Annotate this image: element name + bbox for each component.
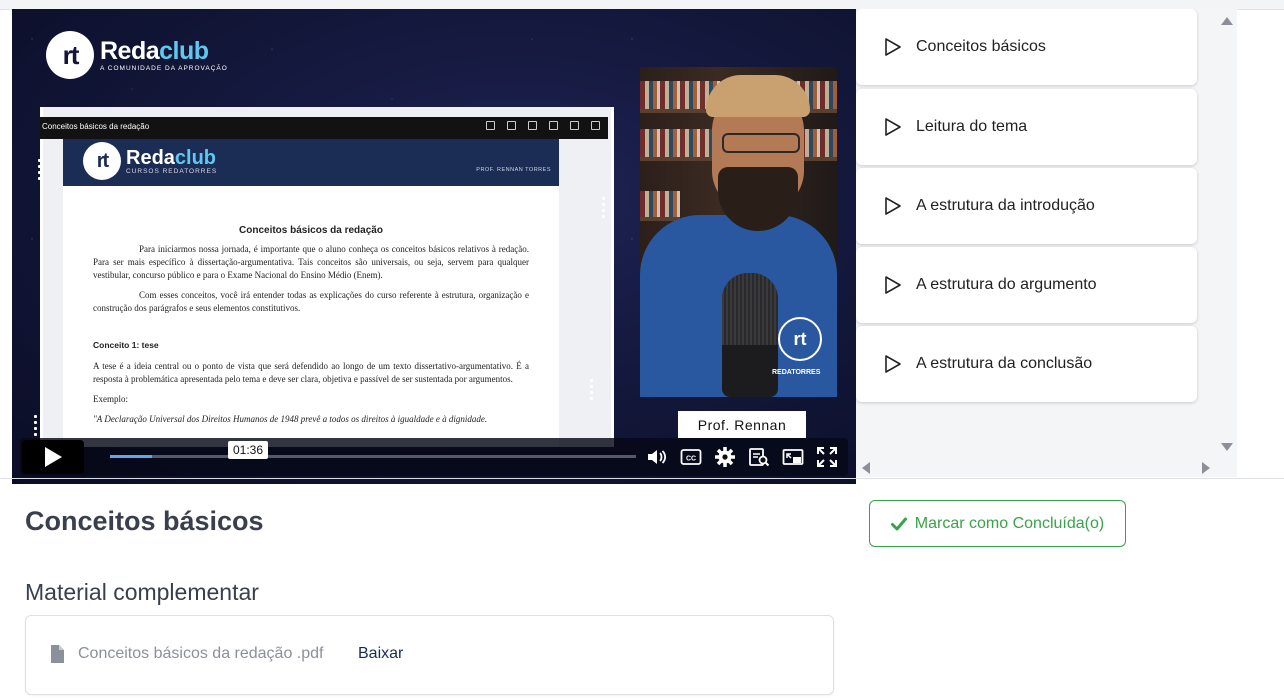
playlist-item-label: A estrutura do argumento	[916, 276, 1097, 293]
playlist-item-estrutura-conclusao[interactable]: A estrutura da conclusão	[856, 326, 1197, 402]
document-paragraph: Com esses conceitos, você irá entender t…	[93, 290, 529, 313]
lesson-playlist: Conceitos básicos Leitura do tema A estr…	[856, 9, 1217, 459]
shirt-logo: rt	[778, 317, 822, 361]
progress-bar[interactable]: 01:36	[110, 441, 636, 459]
volume-icon[interactable]	[646, 446, 668, 468]
document-window-title: Conceitos básicos da redação	[42, 122, 150, 131]
decoration-dots	[34, 415, 37, 436]
decoration-dots	[38, 159, 41, 180]
fullscreen-icon[interactable]	[816, 446, 838, 468]
captions-icon[interactable]: CC	[680, 446, 702, 468]
play-icon	[885, 355, 901, 373]
scroll-down-arrow-icon[interactable]	[1221, 443, 1233, 451]
settings-icon[interactable]	[714, 446, 736, 468]
divider	[0, 478, 1284, 479]
document-page: rt Redaclub CURSOS REDATORRES PROF. RENN…	[63, 139, 559, 447]
materials-heading: Material complementar	[25, 579, 259, 605]
playlist-item-estrutura-argumento[interactable]: A estrutura do argumento	[856, 247, 1197, 323]
playlist-item-label: Conceitos básicos	[916, 38, 1046, 55]
scroll-left-arrow-icon[interactable]	[862, 462, 870, 474]
playlist-item-label: Leitura do tema	[916, 118, 1028, 135]
mark-complete-button[interactable]: Marcar como Concluída(o)	[869, 500, 1126, 547]
play-icon	[885, 276, 901, 294]
document-logo: rt Redaclub CURSOS REDATORRES	[83, 142, 217, 180]
play-icon	[885, 38, 901, 56]
play-button[interactable]	[22, 440, 84, 474]
presenter-video: rt REDATORRES	[640, 67, 837, 397]
svg-text:CC: CC	[686, 456, 696, 463]
logo-mark: rt	[46, 31, 94, 79]
document-author: PROF. RENNAN TORRES	[476, 167, 551, 173]
document-paragraph: Para iniciarmos nossa jornada, é importa…	[93, 244, 529, 280]
mark-complete-label: Marcar como Concluída(o)	[914, 514, 1105, 532]
document-body: Conceitos básicos da redação Para inicia…	[63, 224, 559, 426]
document-title: Conceitos básicos da redação	[239, 225, 383, 236]
shirt-text: REDATORRES	[772, 369, 821, 376]
material-file-card: Conceitos básicos da redação .pdf Baixar	[25, 615, 834, 695]
playlist-vertical-scrollbar[interactable]	[1217, 9, 1237, 459]
time-tooltip: 01:36	[228, 441, 269, 459]
play-icon	[885, 118, 901, 136]
play-icon	[45, 447, 62, 467]
document-toolbar: Conceitos básicos da redação	[40, 117, 608, 139]
document-paragraph: A tese é a ideia central ou o ponto de v…	[93, 361, 529, 384]
check-icon	[890, 517, 907, 530]
logo-tagline: A COMUNIDADE DA APROVAÇÃO	[100, 64, 228, 72]
decoration-dots	[590, 379, 593, 400]
download-link[interactable]: Baixar	[358, 645, 403, 663]
progress-fill	[110, 455, 153, 458]
file-name: Conceitos básicos da redação .pdf	[78, 645, 324, 662]
redaclub-logo: rt Redaclub A COMUNIDADE DA APROVAÇÃO	[46, 31, 228, 79]
scroll-right-arrow-icon[interactable]	[1202, 462, 1210, 474]
lesson-title: Conceitos básicos	[25, 506, 264, 536]
playlist-item-label: A estrutura da introdução	[916, 197, 1095, 214]
document-toolbar-icons	[486, 121, 600, 130]
picture-in-picture-icon[interactable]	[782, 446, 804, 468]
scroll-up-arrow-icon[interactable]	[1221, 17, 1233, 25]
playlist-item-conceitos-basicos[interactable]: Conceitos básicos	[856, 9, 1197, 85]
playlist-item-estrutura-introducao[interactable]: A estrutura da introdução	[856, 168, 1197, 244]
file-icon	[51, 645, 64, 663]
logo-name: Redaclub	[100, 36, 209, 65]
decoration-dots	[602, 197, 605, 218]
document-example-label: Exemplo:	[93, 394, 128, 404]
presenter-name-tag: Prof. Rennan	[678, 411, 806, 438]
document-quote: "A Declaração Universal dos Direitos Hum…	[93, 414, 488, 424]
video-controls: 01:36 CC	[20, 438, 848, 476]
playlist-item-label: A estrutura da conclusão	[916, 355, 1093, 372]
play-icon	[885, 197, 901, 215]
video-player[interactable]: rt Redaclub A COMUNIDADE DA APROVAÇÃO Co…	[12, 9, 856, 484]
playlist-horizontal-scrollbar[interactable]	[856, 459, 1237, 477]
document-header: rt Redaclub CURSOS REDATORRES PROF. RENN…	[63, 139, 559, 186]
playlist-item-leitura-do-tema[interactable]: Leitura do tema	[856, 89, 1197, 165]
transcript-icon[interactable]	[748, 446, 770, 468]
document-heading: Conceito 1: tese	[93, 340, 159, 350]
